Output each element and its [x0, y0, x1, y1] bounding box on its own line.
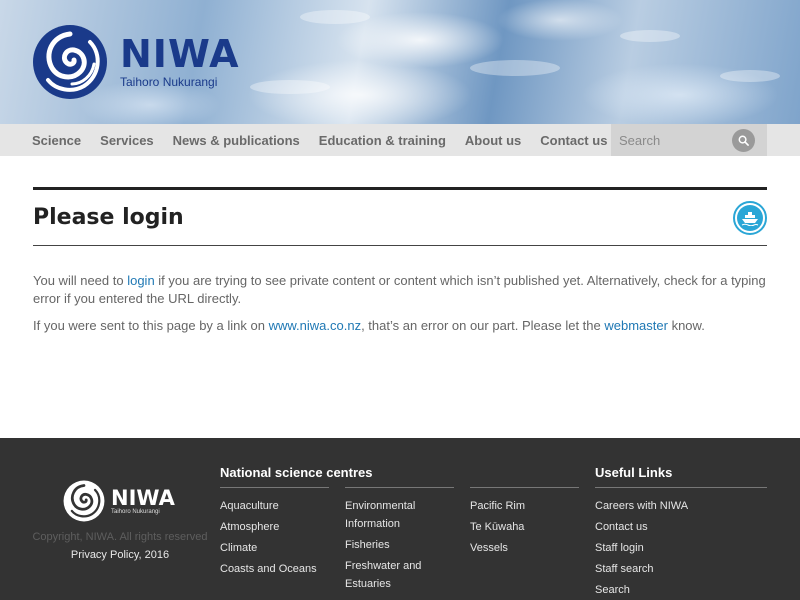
- useful-links-column: Careers with NIWA Contact us Staff login St…: [595, 487, 767, 600]
- search-button[interactable]: [732, 129, 755, 152]
- page-title: Please login: [33, 205, 184, 230]
- message-paragraph-2: If you were sent to this page by a link …: [33, 318, 705, 333]
- privacy-policy-link[interactable]: Privacy Policy, 2016: [0, 549, 240, 561]
- brand-name: NIWA: [120, 32, 240, 76]
- nav-item-science[interactable]: Science: [32, 133, 81, 148]
- copyright-text: Copyright, NIWA. All rights reserved: [32, 531, 208, 543]
- footer-link-aquaculture[interactable]: Aquaculture: [220, 497, 329, 515]
- nav-item-services[interactable]: Services: [100, 133, 154, 148]
- footer-link-coasts-and-oceans[interactable]: Coasts and Oceans: [220, 560, 329, 578]
- footer-brand-name: NIWA: [111, 486, 175, 510]
- footer-link-vessels[interactable]: Vessels: [470, 539, 579, 557]
- footer-link-search[interactable]: Search: [595, 581, 767, 599]
- login-link[interactable]: login: [127, 273, 154, 288]
- title-row: Please login: [33, 190, 767, 246]
- nav-item-education-training[interactable]: Education & training: [319, 133, 446, 148]
- niwa-swirl-icon: [33, 25, 107, 99]
- footer-logo[interactable]: NIWA Taihoro Nukurangi: [63, 480, 175, 522]
- footer-link-careers-with-niwa[interactable]: Careers with NIWA: [595, 497, 767, 515]
- footer-link-staff-login[interactable]: Staff login: [595, 539, 767, 557]
- niwa-swirl-icon: [63, 480, 105, 522]
- footer-link-freshwater-and-estuaries[interactable]: Freshwater and Estuaries: [345, 557, 454, 593]
- water-ripple: [470, 60, 560, 76]
- centres-column-2: Environmental Information Fisheries Freshw…: [345, 487, 454, 600]
- nav-items: Science Services News & publications Educat…: [32, 124, 694, 156]
- useful-links-heading: Useful Links: [595, 465, 673, 480]
- centres-heading: National science centres: [220, 465, 373, 480]
- nav-item-about-us[interactable]: About us: [465, 133, 521, 148]
- water-ripple: [620, 30, 680, 42]
- header-banner: NIWA Taihoro Nukurangi: [0, 0, 800, 124]
- footer-link-atmosphere[interactable]: Atmosphere: [220, 518, 329, 536]
- centres-column-3: Pacific Rim Te Kūwaha Vessels: [470, 487, 579, 560]
- water-ripple: [250, 80, 330, 94]
- search-input[interactable]: [611, 124, 729, 156]
- footer-link-environmental-information[interactable]: Environmental Information: [345, 497, 454, 533]
- search-icon: [738, 135, 749, 146]
- niwa-home-link[interactable]: www.niwa.co.nz: [269, 318, 361, 333]
- message-paragraph-1: You will need to login if you are trying…: [33, 273, 766, 306]
- footer-link-te-k-waha[interactable]: Te Kūwaha: [470, 518, 579, 536]
- nav-item-news-publications[interactable]: News & publications: [173, 133, 300, 148]
- webmaster-link[interactable]: webmaster: [604, 318, 668, 333]
- footer-link-staff-search[interactable]: Staff search: [595, 560, 767, 578]
- footer-link-contact-us[interactable]: Contact us: [595, 518, 767, 536]
- site-footer: NIWA Taihoro Nukurangi Copyright, NIWA. …: [0, 438, 800, 600]
- ship-icon: [741, 211, 759, 226]
- water-ripple: [300, 10, 370, 24]
- nav-item-contact-us[interactable]: Contact us: [540, 133, 607, 148]
- footer-link-fisheries[interactable]: Fisheries: [345, 536, 454, 554]
- vessel-badge: [733, 200, 767, 235]
- centres-column-1: Aquaculture Atmosphere Climate Coasts and O…: [220, 487, 329, 581]
- main-content: Please login You will need to login if y…: [33, 187, 767, 344]
- search-box: [611, 124, 767, 156]
- footer-link-climate[interactable]: Climate: [220, 539, 329, 557]
- niwa-logo[interactable]: NIWA Taihoro Nukurangi: [32, 24, 240, 100]
- footer-link-natural-hazards[interactable]: Natural Hazards: [345, 596, 454, 600]
- water-ripple: [720, 70, 780, 82]
- message-body: You will need to login if you are trying…: [33, 272, 767, 335]
- brand-tagline: Taihoro Nukurangi: [120, 75, 218, 89]
- footer-link-pacific-rim[interactable]: Pacific Rim: [470, 497, 579, 515]
